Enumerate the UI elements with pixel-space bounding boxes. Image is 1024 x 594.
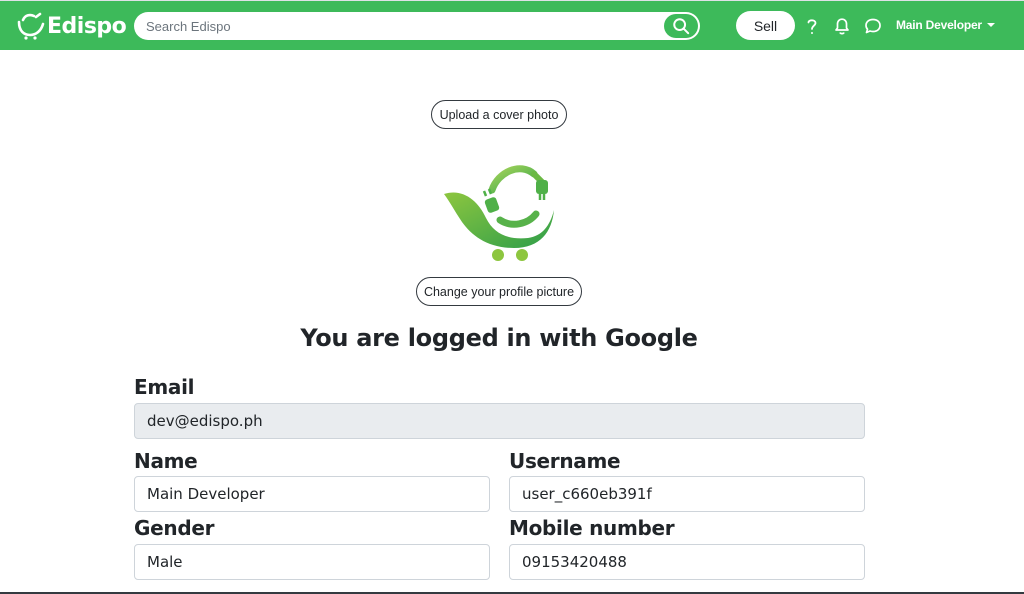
chevron-down-icon <box>986 23 995 27</box>
brand-name: Edispo <box>47 13 127 39</box>
username-label: Username <box>509 449 621 473</box>
messages-button[interactable] <box>862 15 884 37</box>
mobile-number-label: Mobile number <box>509 516 675 540</box>
profile-avatar <box>442 160 556 264</box>
bell-icon <box>835 18 849 35</box>
cart-logo-icon <box>17 12 45 40</box>
cart-logo-icon <box>444 165 554 261</box>
change-profile-picture-button[interactable]: Change your profile picture <box>416 277 582 306</box>
upload-cover-photo-button[interactable]: Upload a cover photo <box>431 100 567 129</box>
top-navbar: Edispo Sell Main Developer <box>0 0 1024 50</box>
help-icon <box>807 19 817 34</box>
mobile-number-field[interactable] <box>509 544 865 580</box>
email-label: Email <box>134 375 195 399</box>
username-field[interactable] <box>509 476 865 512</box>
gender-field[interactable] <box>134 544 490 580</box>
brand-logo[interactable]: Edispo <box>16 11 127 41</box>
email-field[interactable] <box>134 403 865 439</box>
search-button[interactable] <box>664 14 698 38</box>
user-menu[interactable]: Main Developer <box>896 18 995 32</box>
notifications-button[interactable] <box>831 15 853 37</box>
search-bar <box>134 12 700 40</box>
chat-icon <box>865 18 881 34</box>
search-input[interactable] <box>146 12 656 40</box>
sell-button[interactable]: Sell <box>736 11 795 40</box>
gender-label: Gender <box>134 516 215 540</box>
user-name: Main Developer <box>896 18 982 32</box>
name-field[interactable] <box>134 476 490 512</box>
login-provider-heading: You are logged in with Google <box>300 324 698 352</box>
search-icon <box>673 18 690 35</box>
help-button[interactable] <box>801 15 823 37</box>
name-label: Name <box>134 449 198 473</box>
